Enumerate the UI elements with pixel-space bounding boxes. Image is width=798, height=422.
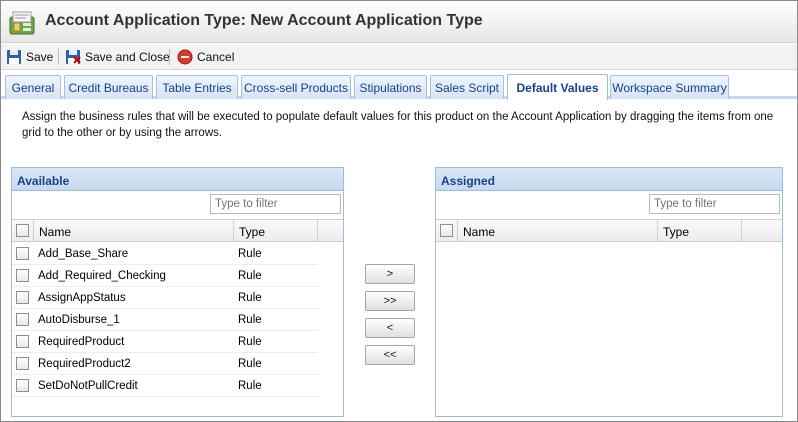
- save-and-close-label: Save and Close: [85, 50, 170, 64]
- assigned-panel-title: Assigned: [436, 168, 782, 191]
- tab-general[interactable]: General: [5, 75, 61, 99]
- tab-stipulations[interactable]: Stipulations: [354, 75, 427, 99]
- assigned-filter-row: [436, 192, 782, 218]
- tab-sales-script[interactable]: Sales Script: [430, 75, 504, 99]
- name-column-header[interactable]: Name: [458, 220, 658, 242]
- assigned-select-all-checkbox[interactable]: [440, 224, 453, 237]
- toolbar: Save Save and Close Cancel: [1, 44, 797, 70]
- move-left-button[interactable]: <: [365, 318, 415, 338]
- available-select-all-checkbox[interactable]: [16, 224, 29, 237]
- name-column-header[interactable]: Name: [34, 220, 234, 242]
- row-type-cell: Rule: [238, 380, 262, 392]
- save-and-close-button[interactable]: Save and Close: [65, 48, 170, 66]
- instructions-text: Assign the business rules that will be e…: [22, 111, 774, 139]
- row-type-cell: Rule: [238, 358, 262, 370]
- row-name-cell: RequiredProduct2: [38, 358, 131, 370]
- type-column-header[interactable]: Type: [658, 220, 742, 242]
- select-all-cell: [436, 220, 458, 242]
- row-name-cell: AssignAppStatus: [38, 292, 126, 304]
- cancel-icon: [177, 49, 193, 65]
- toolbar-divider: [169, 49, 170, 65]
- table-row[interactable]: Add_Required_Checking Rule: [12, 265, 318, 287]
- save-button[interactable]: Save: [6, 48, 53, 66]
- tab-credit-bureaus[interactable]: Credit Bureaus: [64, 75, 153, 99]
- select-all-cell: [12, 220, 34, 242]
- type-column-header[interactable]: Type: [234, 220, 318, 242]
- table-row[interactable]: Add_Base_Share Rule: [12, 243, 318, 265]
- row-checkbox[interactable]: [16, 247, 29, 260]
- assigned-panel: Assigned Name Type: [435, 167, 783, 417]
- row-checkbox[interactable]: [16, 335, 29, 348]
- row-type-cell: Rule: [238, 248, 262, 260]
- move-all-left-button[interactable]: <<: [365, 345, 415, 365]
- cancel-label: Cancel: [197, 50, 235, 64]
- title-bar: Account Application Type: New Account Ap…: [1, 1, 797, 43]
- move-right-button[interactable]: >: [365, 264, 415, 284]
- move-all-right-button[interactable]: >>: [365, 291, 415, 311]
- assigned-grid-header: Name Type: [436, 219, 782, 242]
- row-checkbox[interactable]: [16, 291, 29, 304]
- row-type-cell: Rule: [238, 314, 262, 326]
- row-name-cell: AutoDisburse_1: [38, 314, 120, 326]
- row-name-cell: Add_Required_Checking: [38, 270, 166, 282]
- page-title: Account Application Type: New Account Ap…: [45, 12, 483, 29]
- row-type-cell: Rule: [238, 292, 262, 304]
- row-checkbox[interactable]: [16, 313, 29, 326]
- tab-table-entries[interactable]: Table Entries: [156, 75, 238, 99]
- tab-default-values[interactable]: Default Values: [507, 74, 608, 100]
- toolbar-divider: [58, 49, 59, 65]
- tab-cross-sell-products[interactable]: Cross-sell Products: [241, 75, 351, 99]
- save-icon: [7, 50, 21, 64]
- available-filter-row: [12, 192, 343, 218]
- tab-workspace-summary[interactable]: Workspace Summary: [610, 75, 729, 99]
- available-filter-input[interactable]: [210, 194, 341, 214]
- tab-strip: General Credit Bureaus Table Entries Cro…: [1, 71, 797, 100]
- row-type-cell: Rule: [238, 270, 262, 282]
- row-checkbox[interactable]: [16, 269, 29, 282]
- table-row[interactable]: RequiredProduct2 Rule: [12, 353, 318, 375]
- available-panel-title: Available: [12, 168, 343, 191]
- table-row[interactable]: RequiredProduct Rule: [12, 331, 318, 353]
- row-name-cell: Add_Base_Share: [38, 248, 129, 260]
- row-name-cell: SetDoNotPullCredit: [38, 380, 138, 392]
- available-grid-header: Name Type: [12, 219, 343, 242]
- available-panel: Available Name Type Add_Base_ShareRuleAd…: [11, 167, 344, 417]
- table-row[interactable]: SetDoNotPullCredit Rule: [12, 375, 318, 397]
- save-close-icon: [66, 50, 81, 64]
- assigned-filter-input[interactable]: [649, 194, 780, 214]
- dialog-window: Account Application Type: New Account Ap…: [0, 0, 798, 422]
- table-row[interactable]: AutoDisburse_1 Rule: [12, 309, 318, 331]
- row-name-cell: RequiredProduct: [38, 336, 125, 348]
- table-row[interactable]: AssignAppStatus Rule: [12, 287, 318, 309]
- row-checkbox[interactable]: [16, 357, 29, 370]
- available-grid-body: Add_Base_Share Rule Add_Required_Checking R…: [12, 243, 343, 397]
- row-checkbox[interactable]: [16, 379, 29, 392]
- row-type-cell: Rule: [238, 336, 262, 348]
- cancel-button[interactable]: Cancel: [177, 48, 234, 66]
- application-icon: [9, 11, 35, 35]
- save-label: Save: [26, 50, 54, 64]
